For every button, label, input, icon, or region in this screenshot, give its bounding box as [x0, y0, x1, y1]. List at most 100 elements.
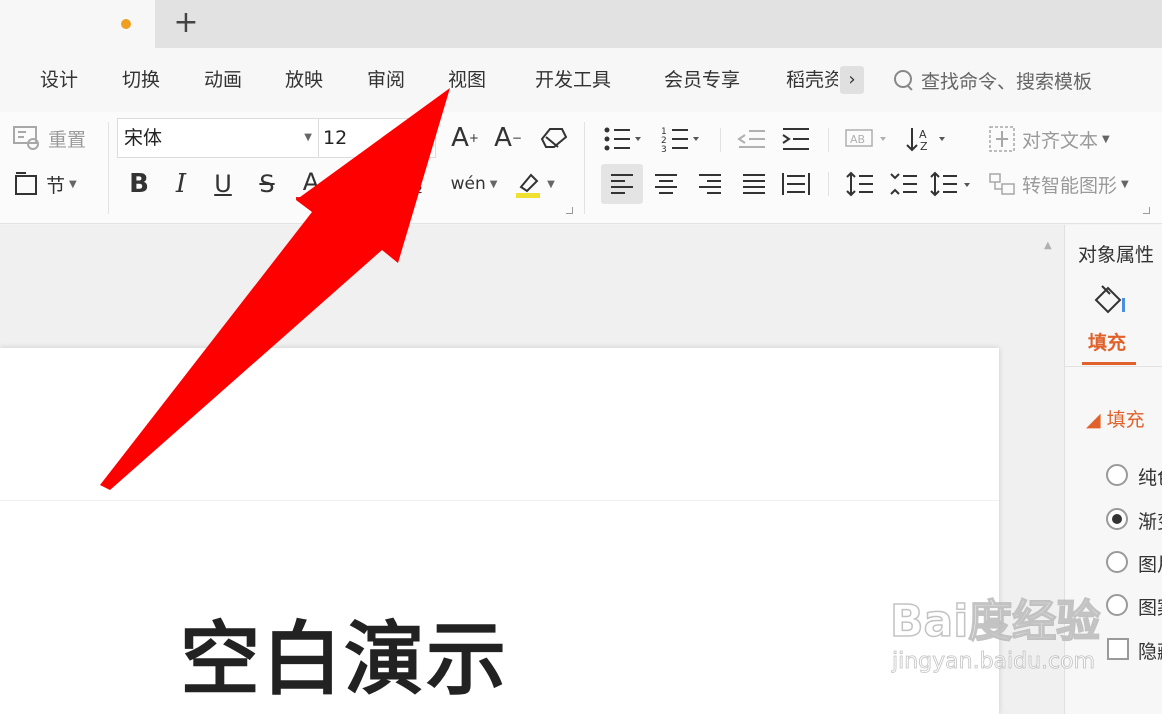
- panel-title: 对象属性: [1078, 244, 1155, 266]
- hide-background-label: 隐藏: [1138, 641, 1162, 663]
- numbered-list-icon[interactable]: 123: [658, 122, 704, 156]
- sort-text-icon[interactable]: AZ: [902, 122, 952, 156]
- chevron-down-icon: ▼: [69, 178, 77, 190]
- chevron-down-icon: ▼: [304, 132, 312, 143]
- font-name-value: 宋体: [124, 127, 163, 149]
- clear-format-icon[interactable]: [538, 122, 570, 154]
- reset-button[interactable]: 重置: [12, 122, 86, 154]
- tab-fill-underline: [1082, 362, 1136, 365]
- section-icon: [15, 172, 37, 195]
- strikethrough-button[interactable]: S: [252, 168, 282, 200]
- svg-text:Z: Z: [920, 140, 928, 153]
- radio-solid-fill[interactable]: [1106, 464, 1128, 486]
- radio-pattern-fill[interactable]: [1106, 594, 1128, 616]
- watermark-main-text: Bai度经验: [889, 595, 1101, 648]
- justify-icon[interactable]: [736, 168, 772, 200]
- font-size-value: 12: [323, 127, 348, 149]
- align-text-label: 对齐文本: [1022, 129, 1099, 152]
- increase-indent-icon[interactable]: [780, 122, 812, 156]
- align-text-button[interactable]: 对齐文本 ▼: [988, 123, 1110, 155]
- paragraph-spacing-icon[interactable]: [886, 168, 922, 200]
- align-center-icon[interactable]: [648, 168, 684, 200]
- align-right-icon[interactable]: [692, 168, 728, 200]
- search-placeholder: 查找命令、搜索模板: [921, 70, 1093, 93]
- menu-slideshow[interactable]: 放映: [285, 66, 323, 94]
- spacing-options-icon[interactable]: [928, 168, 978, 200]
- chevron-down-icon: ▼: [489, 178, 498, 190]
- fill-section-header[interactable]: ◢ 填充: [1086, 405, 1145, 432]
- menu-member[interactable]: 会员专享: [664, 66, 740, 94]
- radio-gradient-fill[interactable]: [1106, 508, 1128, 530]
- text-direction-icon[interactable]: AB: [842, 122, 892, 156]
- highlighter-icon: [516, 173, 541, 198]
- watermark-url-text: jingyan.baidu.com: [892, 649, 1096, 675]
- app-window: + 设计 切换 动画 放映 审阅 视图 开发工具 会员专享 稻壳资 › 查找命令…: [0, 0, 1162, 714]
- slide-title-text[interactable]: 空白演示: [180, 610, 508, 710]
- decrease-indent-icon[interactable]: [736, 122, 768, 156]
- tab-strip: +: [0, 0, 1162, 48]
- radio-picture-fill[interactable]: [1106, 551, 1128, 573]
- italic-button[interactable]: I: [166, 168, 196, 200]
- line-spacing-icon[interactable]: [842, 168, 878, 200]
- menu-developer[interactable]: 开发工具: [535, 66, 611, 94]
- slide-guide-line: [0, 500, 999, 501]
- command-search[interactable]: 查找命令、搜索模板: [893, 66, 1092, 94]
- section-label: 节: [46, 174, 66, 197]
- chevron-down-icon: ▼: [1102, 133, 1110, 145]
- ribbon-divider: [720, 128, 721, 152]
- new-tab-button[interactable]: +: [168, 3, 204, 43]
- ribbon-divider: [108, 122, 109, 214]
- menu-docer[interactable]: 稻壳资: [786, 66, 838, 94]
- radio-pattern-fill-label: 图案: [1138, 597, 1162, 619]
- distribute-icon[interactable]: [778, 168, 814, 200]
- ribbon-divider: [828, 172, 829, 196]
- paragraph-dialog-launcher-icon[interactable]: [1143, 207, 1150, 214]
- tab-fill[interactable]: 填充: [1088, 328, 1126, 355]
- menu-animation[interactable]: 动画: [204, 66, 242, 94]
- paint-bucket-icon[interactable]: [1088, 282, 1128, 322]
- menu-transition[interactable]: 切换: [122, 66, 160, 94]
- convert-smartart-button[interactable]: 转智能图形 ▼: [988, 168, 1129, 200]
- menu-view[interactable]: 视图: [448, 66, 486, 94]
- font-size-select[interactable]: 12: [318, 118, 436, 158]
- font-color-button[interactable]: A: [296, 166, 326, 200]
- menu-review[interactable]: 审阅: [367, 66, 405, 94]
- chevron-down-icon: ▼: [1121, 178, 1129, 190]
- subscript-button[interactable]: X₂: [396, 172, 430, 202]
- baidu-jingyan-watermark: Bai度经验 jingyan.baidu.com: [889, 585, 1101, 685]
- bullet-list-icon[interactable]: [600, 122, 646, 156]
- radio-gradient-fill-label: 渐变: [1138, 511, 1162, 533]
- phonetic-guide-button[interactable]: wén ▼: [450, 168, 498, 200]
- increase-font-size-icon[interactable]: A +: [449, 122, 481, 154]
- align-left-icon[interactable]: [604, 168, 640, 200]
- decrease-font-size-icon[interactable]: A −: [492, 122, 524, 154]
- chevron-down-icon: ▼: [547, 178, 555, 190]
- svg-text:AB: AB: [850, 133, 865, 146]
- document-tab[interactable]: [0, 0, 155, 48]
- scroll-up-icon[interactable]: ▲: [1044, 240, 1052, 251]
- ribbon-divider: [584, 122, 585, 214]
- font-dialog-launcher-icon[interactable]: [566, 207, 573, 214]
- convert-smartart-label: 转智能图形: [1022, 174, 1118, 197]
- align-text-icon: [989, 126, 1015, 152]
- underline-button[interactable]: U: [208, 168, 238, 200]
- phonetic-label: wén: [450, 174, 486, 194]
- svg-text:3: 3: [661, 145, 667, 154]
- smart-art-icon: [989, 173, 1015, 195]
- radio-solid-fill-label: 纯色: [1138, 467, 1162, 489]
- menu-more-button[interactable]: ›: [840, 66, 864, 94]
- reset-label: 重置: [48, 128, 87, 151]
- radio-picture-fill-label: 图片: [1138, 554, 1162, 576]
- reset-icon: [13, 126, 39, 150]
- font-name-select[interactable]: 宋体 ▼: [117, 118, 319, 158]
- search-icon: [893, 69, 915, 91]
- hide-background-checkbox[interactable]: [1107, 638, 1129, 660]
- unsaved-dot-icon: [121, 19, 131, 29]
- highlight-button[interactable]: ▼: [510, 168, 558, 200]
- menu-bar: 设计 切换 动画 放映 审阅 视图 开发工具 会员专享 稻壳资 › 查找命令、搜…: [0, 48, 1162, 112]
- bold-button[interactable]: B: [124, 168, 154, 200]
- panel-divider: [1064, 366, 1162, 367]
- ribbon-divider: [828, 128, 829, 152]
- menu-design[interactable]: 设计: [40, 66, 78, 94]
- section-button[interactable]: 节 ▼: [12, 168, 77, 200]
